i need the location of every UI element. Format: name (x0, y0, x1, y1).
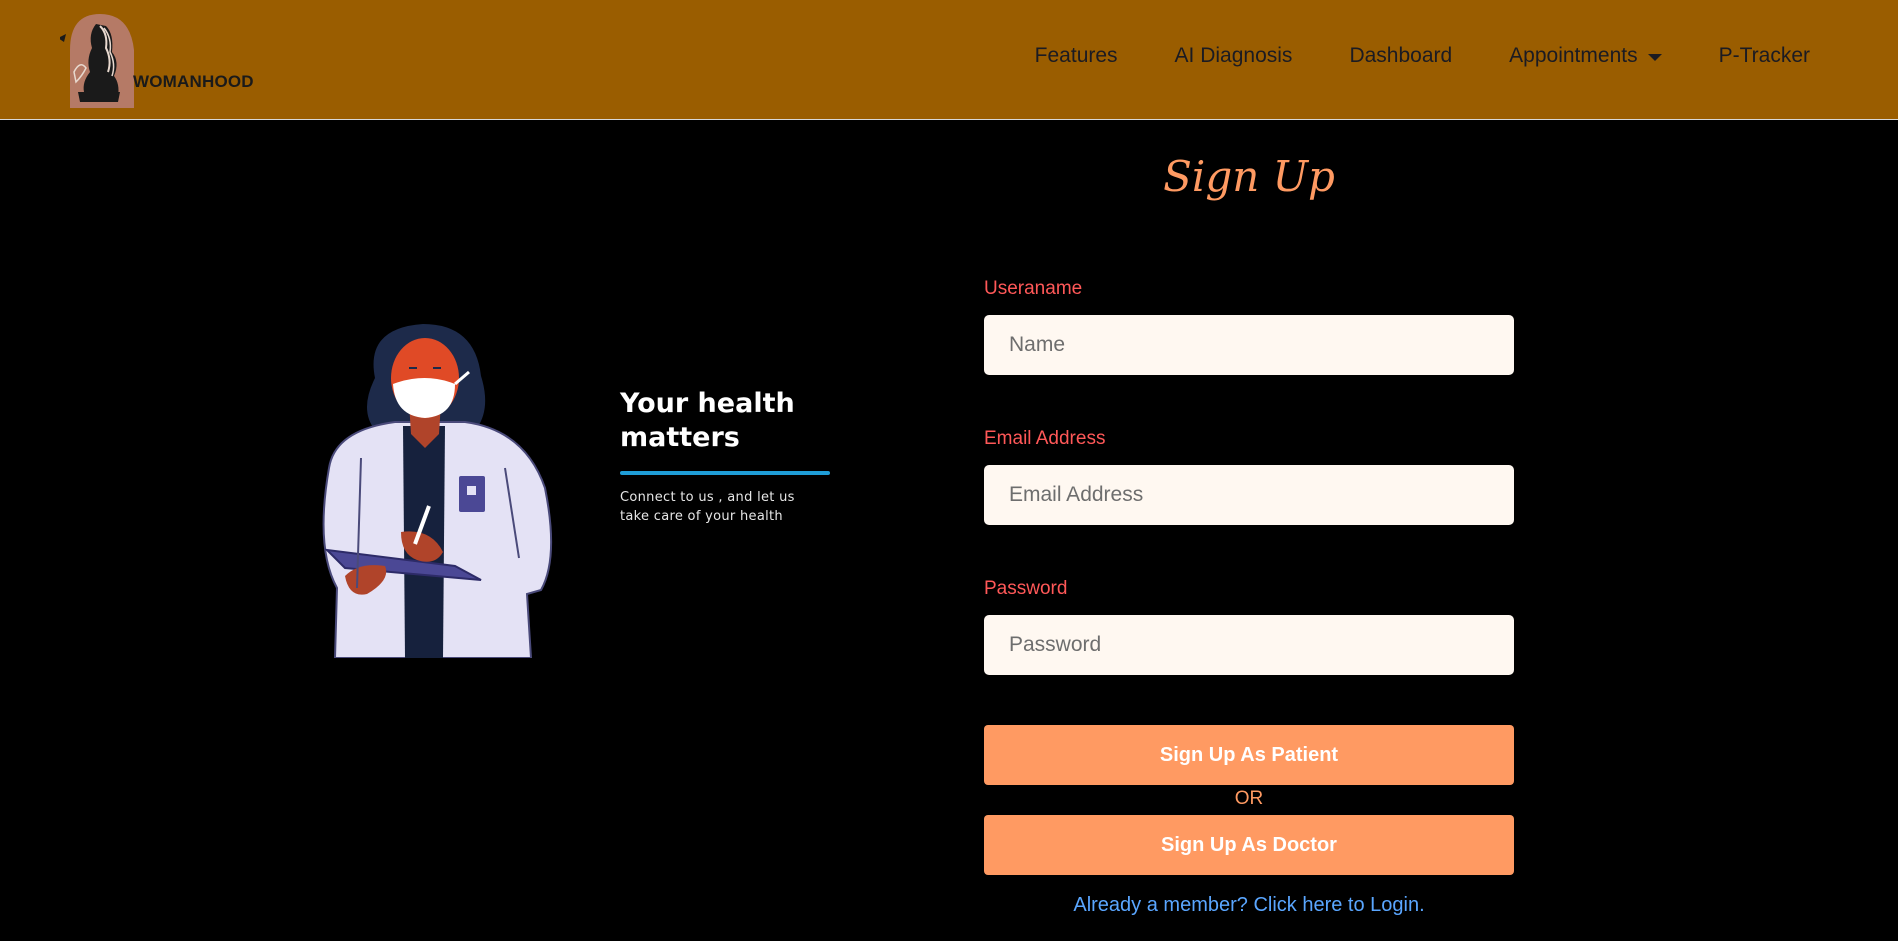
hero-divider (620, 471, 830, 475)
username-label: Useraname (984, 278, 1083, 299)
or-separator: OR (1234, 788, 1264, 809)
email-label: Email Address (984, 428, 1106, 449)
nav-item-ai-diagnosis[interactable]: AI Diagnosis (1175, 44, 1293, 68)
password-input[interactable] (984, 615, 1514, 675)
username-input[interactable] (984, 315, 1514, 375)
brand-name: WOMANHOOD (133, 72, 254, 91)
doctor-illustration (305, 318, 575, 659)
top-navbar: WOMANHOOD Features AI Diagnosis Dashboar… (0, 0, 1898, 120)
nav-item-appointments[interactable]: Appointments (1509, 44, 1662, 68)
main-nav: Features AI Diagnosis Dashboard Appointm… (978, 44, 1810, 68)
hero-subtitle: Connect to us , and let us take care of … (620, 490, 795, 524)
nav-item-appointments-label: Appointments (1509, 44, 1638, 67)
nav-item-p-tracker[interactable]: P-Tracker (1719, 44, 1810, 68)
hero-title: Your health matters (620, 388, 795, 453)
password-label: Password (984, 578, 1068, 599)
woman-silhouette-icon (58, 14, 134, 108)
nav-item-features[interactable]: Features (1035, 44, 1118, 68)
chevron-down-icon (1647, 53, 1662, 61)
nav-item-dashboard[interactable]: Dashboard (1349, 44, 1452, 68)
sign-up-patient-button[interactable]: Sign Up As Patient (984, 725, 1514, 785)
login-link[interactable]: Already a member? Click here to Login. (984, 894, 1514, 917)
page-title: Sign Up (1163, 152, 1335, 201)
sign-up-doctor-button[interactable]: Sign Up As Doctor (984, 815, 1514, 875)
email-input[interactable] (984, 465, 1514, 525)
brand-logo[interactable]: WOMANHOOD (58, 12, 270, 112)
